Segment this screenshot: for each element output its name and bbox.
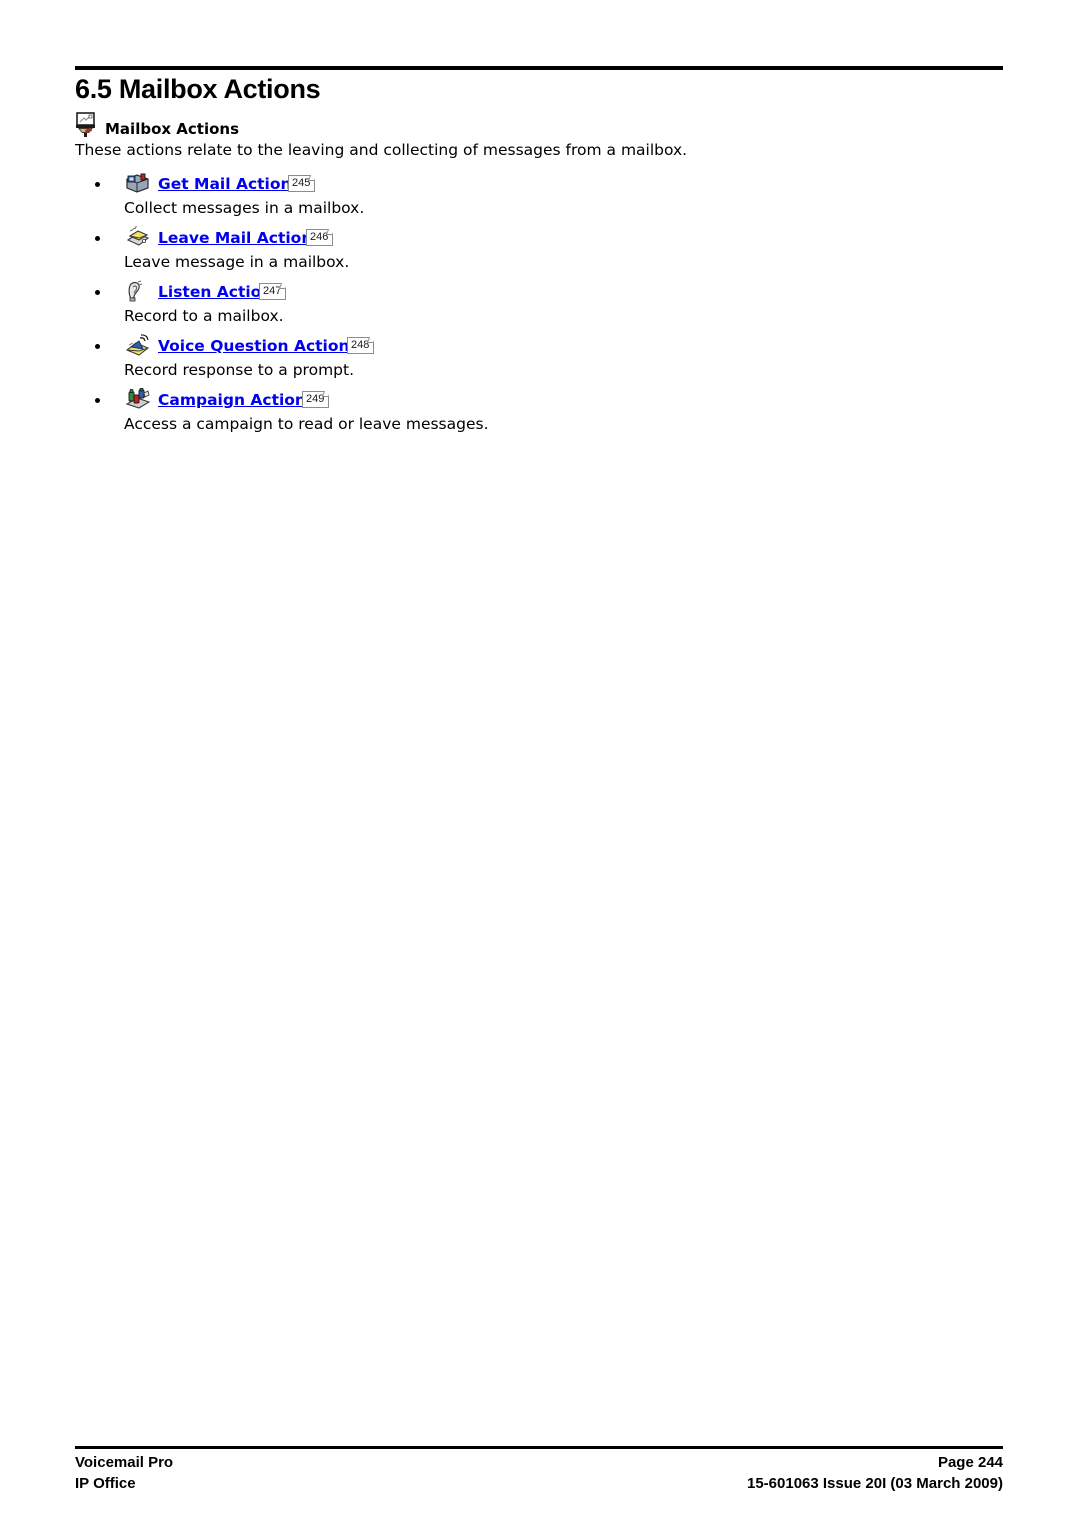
list-item: Leave Mail Action 246 Leave message in a… xyxy=(0,226,1080,280)
list-item-header: Listen Action 247 xyxy=(0,280,1080,306)
document-page: 6.5 Mailbox Actions Mailbox Actions Thes… xyxy=(0,0,1080,1528)
footer-rule xyxy=(75,1446,1003,1449)
footer-product-name: Voicemail Pro xyxy=(75,1454,174,1471)
bullet-marker xyxy=(95,236,100,241)
page-reference[interactable]: 248 xyxy=(347,337,375,354)
list-item: Listen Action 247 Record to a mailbox. xyxy=(0,280,1080,334)
footer-line-2: IP Office 15-601063 Issue 20I (03 March … xyxy=(75,1473,1003,1494)
list-item: Campaign Action 249 Access a campaign to… xyxy=(0,388,1080,442)
list-item-header: Leave Mail Action 246 xyxy=(0,226,1080,252)
actions-list: Get Mail Action 245 Collect messages in … xyxy=(0,172,1080,442)
list-item-description: Leave message in a mailbox. xyxy=(124,253,350,271)
link-campaign-action[interactable]: Campaign Action xyxy=(158,391,306,409)
subheading-row: Mailbox Actions xyxy=(75,112,239,138)
list-item-header: Voice Question Action 248 xyxy=(0,334,1080,360)
list-item-description: Record response to a prompt. xyxy=(124,361,355,379)
header-rule xyxy=(75,66,1003,70)
page-reference[interactable]: 246 xyxy=(306,229,334,246)
list-item-description: Record to a mailbox. xyxy=(124,307,284,325)
campaign-icon xyxy=(124,388,154,412)
bullet-marker xyxy=(95,290,100,295)
footer-platform-name: IP Office xyxy=(75,1475,136,1492)
leave-mail-icon xyxy=(124,226,152,250)
page-reference[interactable]: 249 xyxy=(302,391,330,408)
mailbox-screen-icon xyxy=(75,112,97,138)
page-title: 6.5 Mailbox Actions xyxy=(75,74,321,104)
bullet-marker xyxy=(95,182,100,187)
footer-page-number: Page 244 xyxy=(937,1454,1003,1471)
footer-line-1: Voicemail Pro Page 244 xyxy=(75,1452,1003,1473)
subheading-label: Mailbox Actions xyxy=(105,120,239,138)
voice-question-icon xyxy=(124,334,154,360)
link-listen-action[interactable]: Listen Action xyxy=(158,283,272,301)
intro-paragraph: These actions relate to the leaving and … xyxy=(75,141,688,159)
footer-document-id: 15-601063 Issue 20I (03 March 2009) xyxy=(746,1475,1003,1492)
get-mail-icon xyxy=(124,172,152,196)
list-item: Voice Question Action 248 Record respons… xyxy=(0,334,1080,388)
link-voice-question-action[interactable]: Voice Question Action xyxy=(158,337,350,355)
page-footer: Voicemail Pro Page 244 IP Office 15-6010… xyxy=(75,1452,1003,1494)
page-reference[interactable]: 245 xyxy=(288,175,316,192)
list-item-description: Access a campaign to read or leave messa… xyxy=(124,415,489,433)
link-leave-mail-action[interactable]: Leave Mail Action xyxy=(158,229,312,247)
list-item: Get Mail Action 245 Collect messages in … xyxy=(0,172,1080,226)
link-get-mail-action[interactable]: Get Mail Action xyxy=(158,175,292,193)
bullet-marker xyxy=(95,344,100,349)
list-item-header: Campaign Action 249 xyxy=(0,388,1080,414)
listen-icon xyxy=(124,280,148,304)
list-item-header: Get Mail Action 245 xyxy=(0,172,1080,198)
page-reference[interactable]: 247 xyxy=(259,283,287,300)
list-item-description: Collect messages in a mailbox. xyxy=(124,199,365,217)
bullet-marker xyxy=(95,398,100,403)
